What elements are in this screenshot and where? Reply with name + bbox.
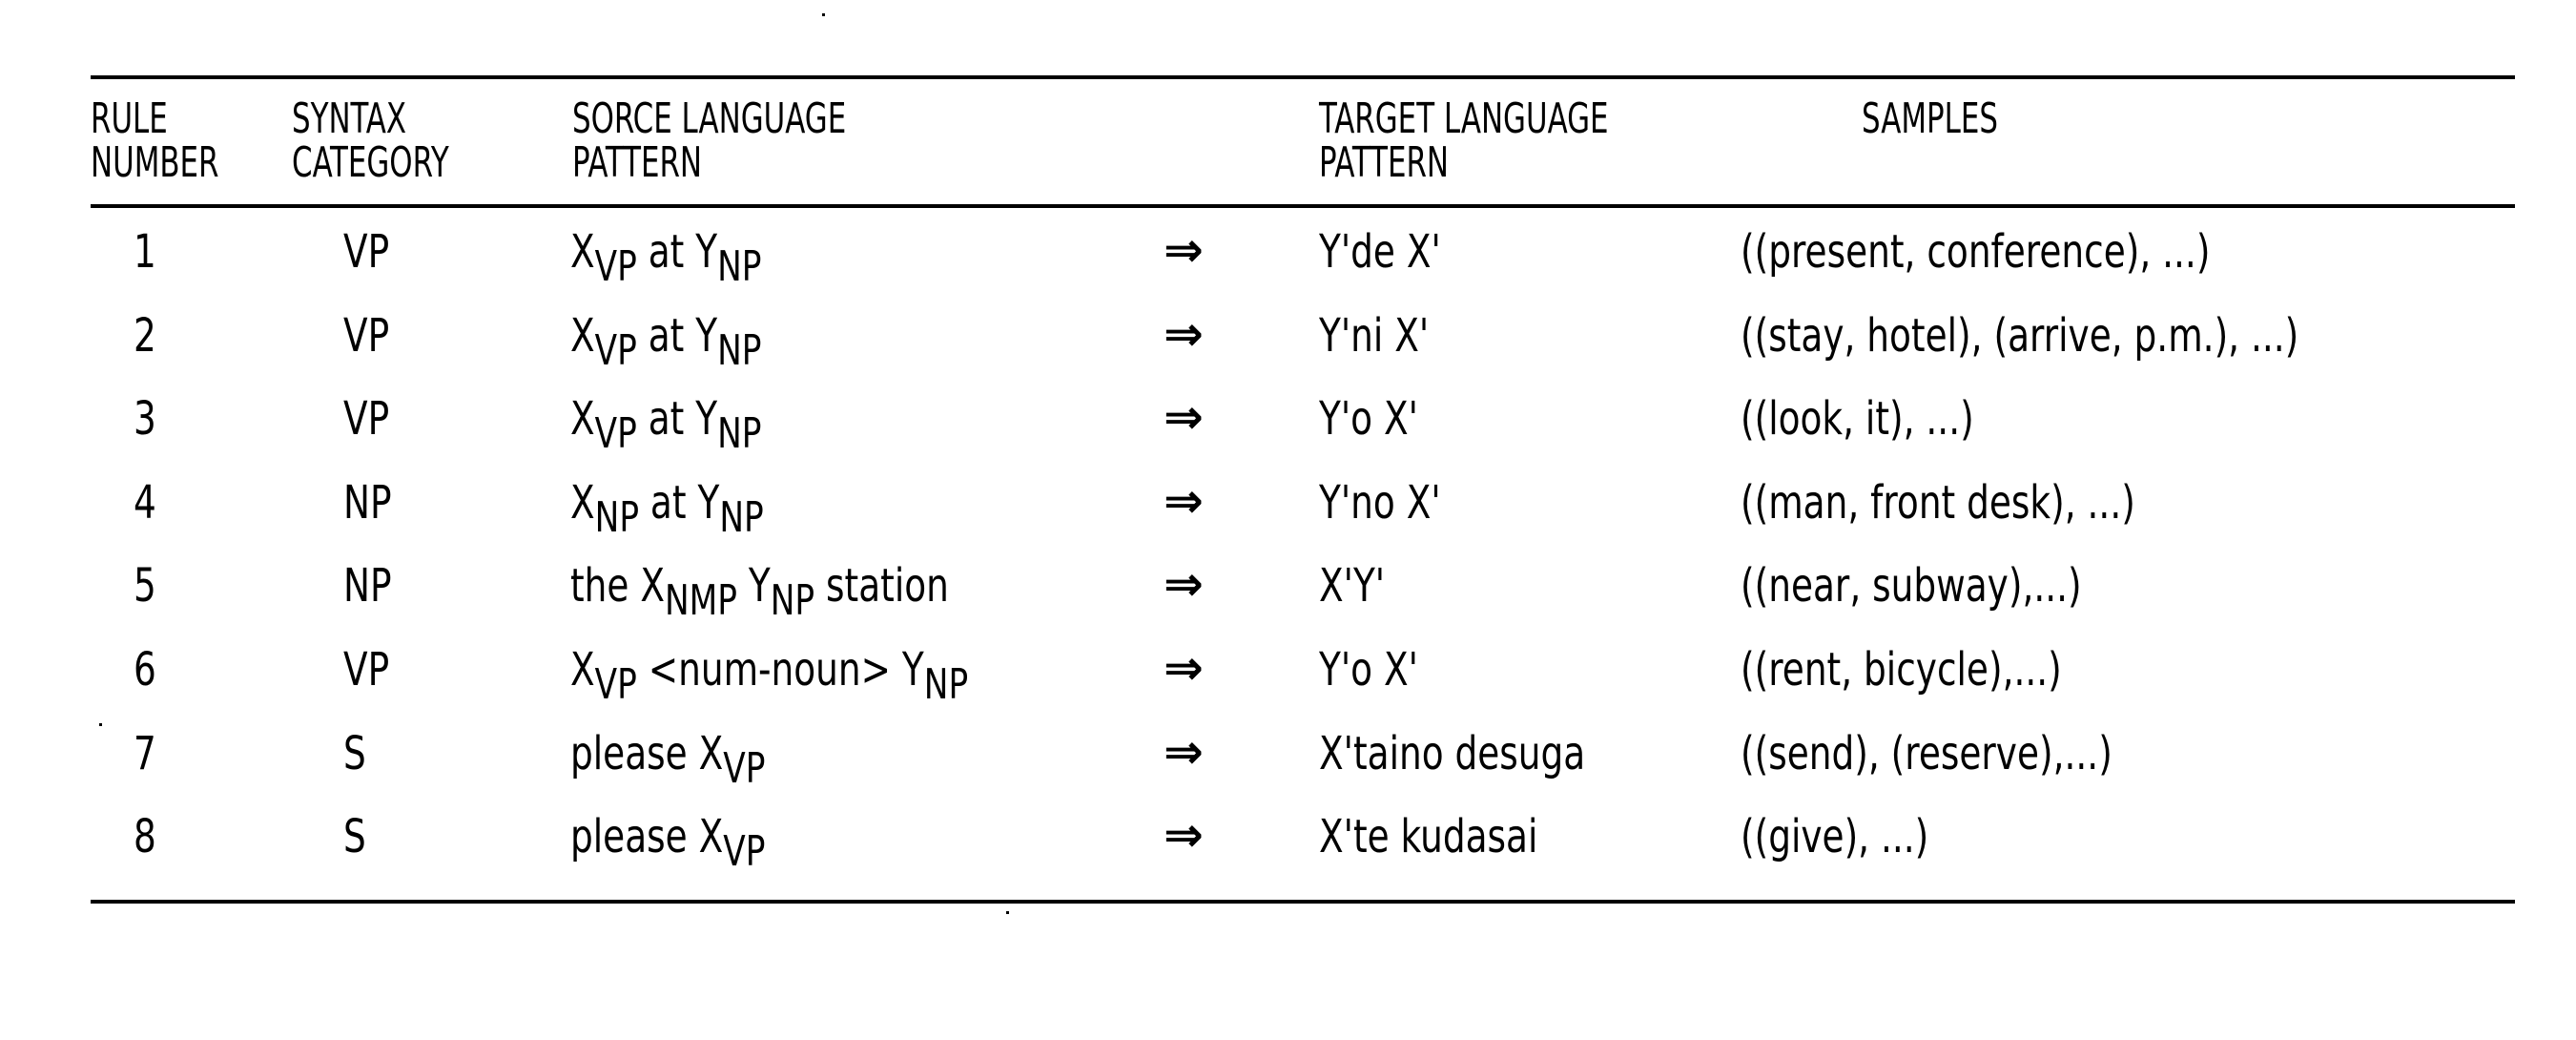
samples: ((give), ...)	[1741, 810, 1929, 863]
source-pattern: XVP <num-noun> YNP	[570, 643, 968, 706]
pattern-text: <num-noun> Y	[636, 643, 924, 697]
syntax-category: VP	[343, 643, 390, 697]
syntax-category: S	[343, 810, 366, 863]
source-pattern: XVP at YNP	[570, 392, 762, 455]
target-pattern: Y'o X'	[1319, 643, 1418, 697]
rule-number: 1	[134, 225, 156, 279]
rule-number: 4	[134, 476, 156, 530]
subscript-category: NP	[923, 660, 969, 709]
scan-speck	[822, 13, 825, 16]
syntax-category: NP	[343, 559, 392, 613]
subscript-category: NP	[717, 242, 762, 291]
subscript-category: NMP	[664, 576, 737, 625]
pattern-text: at Y	[636, 225, 718, 279]
header-syntax-category: SYNTAX CATEGORY	[292, 97, 449, 185]
syntax-category: VP	[343, 309, 390, 363]
pattern-text: X	[570, 309, 595, 363]
table-top-rule	[91, 75, 2515, 79]
syntax-category: NP	[343, 476, 392, 530]
subscript-category: NP	[717, 326, 762, 375]
maps-to-arrow-icon: ⇒	[1164, 222, 1204, 278]
rule-number: 5	[134, 559, 156, 613]
samples: ((near, subway),...)	[1741, 559, 2082, 613]
subscript-category: VP	[594, 326, 637, 375]
source-pattern: XNP at YNP	[570, 476, 764, 539]
header-target-pattern: TARGET LANGUAGE PATTERN	[1319, 97, 1609, 185]
syntax-category: VP	[343, 392, 390, 446]
samples: ((man, front desk), ...)	[1741, 476, 2135, 530]
pattern-text: at Y	[639, 476, 720, 530]
samples: ((look, it), ...)	[1741, 392, 1974, 446]
target-pattern: Y'o X'	[1319, 392, 1418, 446]
subscript-category: VP	[723, 827, 766, 876]
source-pattern: please XVP	[570, 727, 765, 790]
header-text: SORCE LANGUAGE	[572, 94, 847, 143]
maps-to-arrow-icon: ⇒	[1164, 306, 1204, 362]
scan-speck	[1006, 911, 1009, 914]
pattern-text: X	[570, 643, 595, 697]
pattern-text: at Y	[636, 309, 718, 363]
pattern-text: please X	[570, 810, 724, 863]
header-text: SYNTAX	[292, 94, 407, 143]
pattern-text: X	[570, 476, 595, 530]
samples: ((send), (reserve),...)	[1741, 727, 2112, 780]
target-pattern: Y'no X'	[1319, 476, 1441, 530]
pattern-text: station	[814, 559, 949, 613]
subscript-category: VP	[723, 744, 766, 793]
subscript-category: NP	[594, 493, 640, 542]
rule-number: 6	[134, 643, 156, 697]
table-bottom-rule	[91, 900, 2515, 904]
header-text: NUMBER	[91, 138, 219, 187]
pattern-text: at Y	[636, 392, 718, 446]
maps-to-arrow-icon: ⇒	[1164, 640, 1204, 696]
pattern-text: the X	[570, 559, 665, 613]
maps-to-arrow-icon: ⇒	[1164, 556, 1204, 612]
subscript-category: VP	[594, 242, 637, 291]
header-text: PATTERN	[572, 138, 703, 187]
subscript-category: NP	[770, 576, 815, 625]
rule-number: 2	[134, 309, 156, 363]
rule-number: 3	[134, 392, 156, 446]
syntax-category: VP	[343, 225, 390, 279]
pattern-text: X	[570, 392, 595, 446]
pattern-text: please X	[570, 727, 724, 780]
maps-to-arrow-icon: ⇒	[1164, 389, 1204, 445]
subscript-category: VP	[594, 409, 637, 458]
header-text: PATTERN	[1319, 138, 1450, 187]
header-text: SAMPLES	[1862, 94, 1998, 143]
maps-to-arrow-icon: ⇒	[1164, 473, 1204, 529]
pattern-text: X	[570, 225, 595, 279]
source-pattern: please XVP	[570, 810, 765, 873]
source-pattern: the XNMP YNP station	[570, 559, 949, 622]
samples: ((rent, bicycle),...)	[1741, 643, 2062, 697]
target-pattern: X'taino desuga	[1319, 727, 1586, 780]
header-samples: SAMPLES	[1862, 97, 1998, 141]
subscript-category: NP	[719, 493, 764, 542]
samples: ((stay, hotel), (arrive, p.m.), ...)	[1741, 309, 2299, 363]
maps-to-arrow-icon: ⇒	[1164, 807, 1204, 863]
header-source-pattern: SORCE LANGUAGE PATTERN	[572, 97, 846, 185]
maps-to-arrow-icon: ⇒	[1164, 724, 1204, 780]
target-pattern: Y'de X'	[1319, 225, 1441, 279]
target-pattern: X'Y'	[1319, 559, 1386, 613]
header-text: RULE	[91, 94, 168, 143]
header-rule-number: RULE NUMBER	[91, 97, 218, 185]
source-pattern: XVP at YNP	[570, 309, 762, 372]
rule-number: 8	[134, 810, 156, 863]
pattern-text: Y	[736, 559, 771, 613]
subscript-category: NP	[717, 409, 762, 458]
source-pattern: XVP at YNP	[570, 225, 762, 288]
rule-number: 7	[134, 727, 156, 780]
target-pattern: Y'ni X'	[1319, 309, 1430, 363]
samples: ((present, conference), ...)	[1741, 225, 2211, 279]
syntax-category: S	[343, 727, 366, 780]
target-pattern: X'te kudasai	[1319, 810, 1538, 863]
header-text: TARGET LANGUAGE	[1319, 94, 1609, 143]
subscript-category: VP	[594, 660, 637, 709]
header-text: CATEGORY	[292, 138, 449, 187]
scan-speck	[99, 723, 102, 726]
header-bottom-rule	[91, 204, 2515, 208]
